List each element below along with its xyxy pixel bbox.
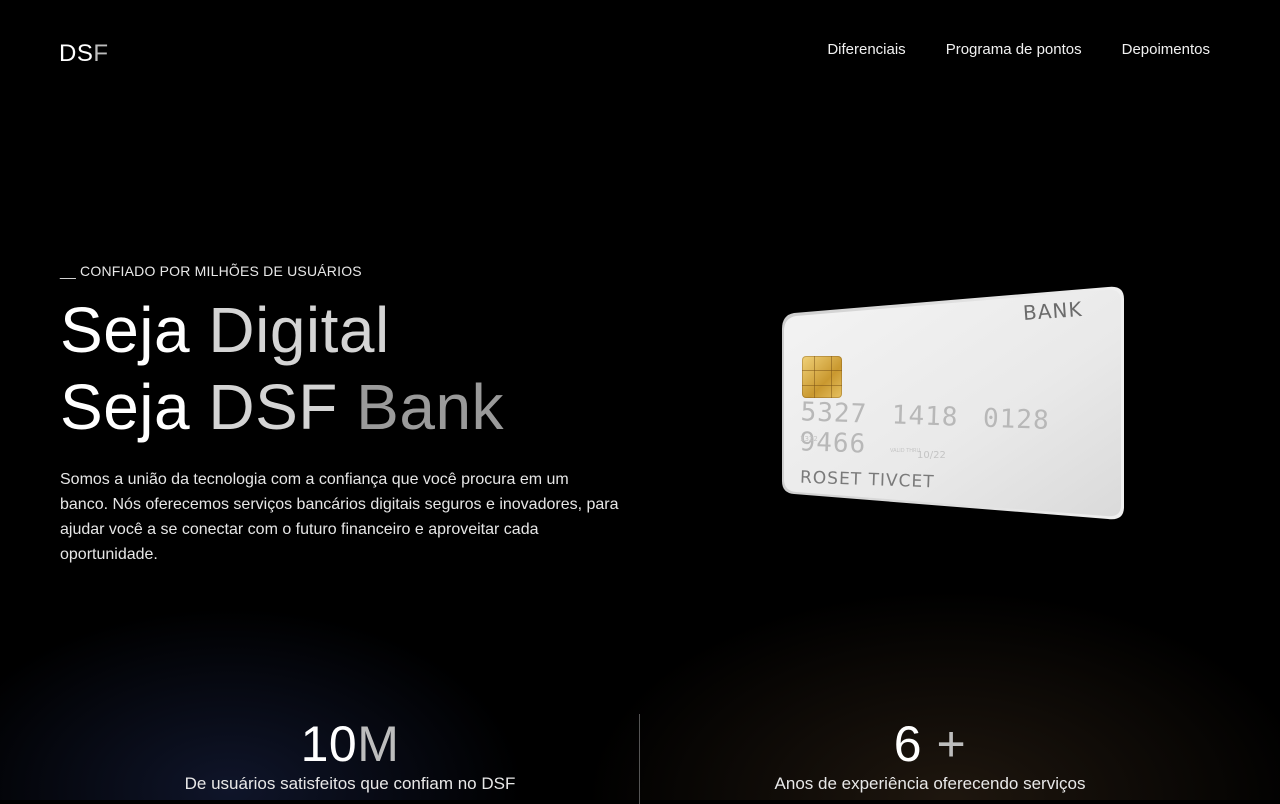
nav-item-diferenciais[interactable]: Diferenciais [827, 41, 905, 58]
stat-value-number: 6 [893, 716, 923, 772]
nav-item-depoimentos[interactable]: Depoimentos [1122, 41, 1210, 58]
hero-line1-word1: Seja [60, 294, 191, 366]
card-small-code: 1322 [800, 435, 818, 443]
card-bank-label: BANK [1022, 296, 1084, 326]
main-nav: Diferenciais Programa de pontos Depoimen… [827, 41, 1210, 58]
logo-part-2: F [93, 40, 109, 67]
hero-description: Somos a união da tecnologia com a confia… [60, 471, 619, 563]
card-valid-label: VALID THRU [890, 448, 921, 454]
stat-value-suffix: M [357, 716, 400, 772]
stat-label: De usuários satisfeitos que confiam no D… [184, 774, 516, 793]
top-header: DSF Diferenciais Programa de pontos Depo… [0, 0, 1280, 100]
stat-value: 10M [60, 714, 640, 774]
stats-section: 10M De usuários satisfeitos que confiam … [0, 700, 1280, 804]
logo[interactable]: DSF [59, 40, 109, 68]
logo-part-1: DS [59, 40, 94, 67]
stat-value-suffix: + [922, 716, 967, 772]
hero-line2-word1: Seja [60, 371, 191, 443]
stat-label: Anos de experiência oferecendo serviços [774, 774, 1086, 793]
stat-users: 10M De usuários satisfeitos que confiam … [60, 714, 640, 794]
hero-line2-word3: Bank [356, 371, 505, 443]
nav-item-programa-de-pontos[interactable]: Programa de pontos [946, 41, 1082, 58]
hero-line2-word2: DSF [208, 371, 338, 443]
stat-value: 6 + [640, 714, 1220, 774]
stat-value-number: 10 [300, 716, 358, 772]
credit-card-image: BANK 5327 1418 0128 9466 1322 VALID THRU… [780, 285, 1130, 525]
stat-experience: 6 + Anos de experiência oferecendo servi… [640, 714, 1220, 794]
hero-title: Seja Digital Seja DSF Bank [60, 292, 504, 446]
hero-eyebrow: __ CONFIADO POR MILHÕES DE USUÁRIOS [60, 263, 362, 279]
card-expiry: 10/22 [917, 450, 946, 461]
card-number: 5327 1418 0128 9466 [799, 397, 1051, 460]
hero-line1-word2: Digital [208, 294, 390, 366]
card-chip-icon [802, 356, 842, 398]
